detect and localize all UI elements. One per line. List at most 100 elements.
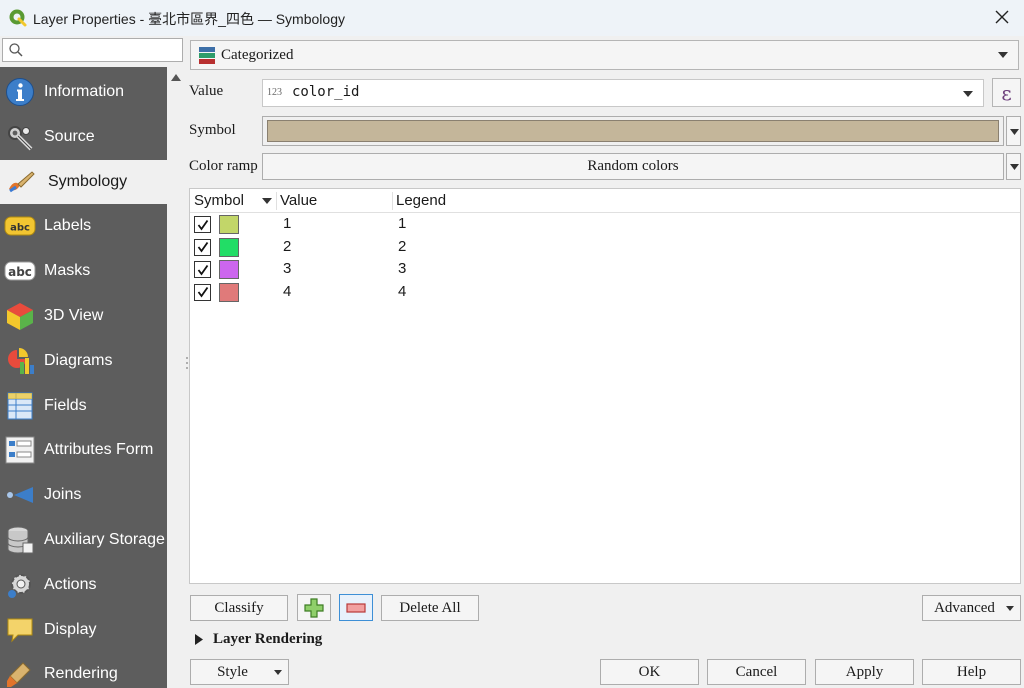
color-ramp-button[interactable]: Random colors xyxy=(262,153,1004,180)
checkmark-icon xyxy=(197,219,208,231)
layer-rendering-toggle[interactable]: Layer Rendering xyxy=(195,631,322,648)
sidebar-item-label: Information xyxy=(44,83,125,100)
3d-view-icon xyxy=(4,300,36,332)
sidebar-item-attributes-form[interactable]: Attributes Form xyxy=(0,428,167,472)
ok-button[interactable]: OK xyxy=(600,659,699,685)
sidebar-item-source[interactable]: Source xyxy=(0,115,167,159)
expression-button[interactable]: ε xyxy=(992,78,1021,107)
auxiliary-storage-icon xyxy=(4,524,36,556)
category-symbol-swatch[interactable] xyxy=(219,215,239,234)
masks-icon: abc xyxy=(4,255,36,287)
sidebar-item-fields[interactable]: Fields xyxy=(0,384,167,428)
diagrams-icon xyxy=(4,345,36,377)
style-button[interactable]: Style xyxy=(190,659,289,685)
category-symbol-swatch[interactable] xyxy=(219,237,239,257)
chevron-down-icon xyxy=(274,670,282,675)
header-separator xyxy=(392,192,393,210)
information-icon xyxy=(4,76,36,108)
sidebar-nav: Information Source Symbology abc Labels abc Ma… xyxy=(0,67,167,688)
search-input[interactable] xyxy=(2,38,183,62)
symbol-button[interactable] xyxy=(262,116,1004,146)
header-value[interactable]: Value xyxy=(280,192,317,209)
categories-table[interactable]: Symbol Value Legend 11223344 xyxy=(189,188,1021,584)
header-legend[interactable]: Legend xyxy=(396,192,446,209)
add-class-button[interactable] xyxy=(297,594,331,621)
renderer-select[interactable]: Categorized xyxy=(190,40,1019,70)
category-value: 1 xyxy=(283,215,292,232)
source-icon xyxy=(4,121,36,153)
help-button[interactable]: Help xyxy=(922,659,1021,685)
classify-button[interactable]: Classify xyxy=(190,595,288,621)
table-row[interactable]: 33 xyxy=(190,259,1020,281)
sidebar: Information Source Symbology abc Labels abc Ma… xyxy=(0,36,185,688)
checkmark-icon xyxy=(197,286,208,298)
layer-rendering-label: Layer Rendering xyxy=(213,631,323,647)
category-symbol-swatch[interactable] xyxy=(219,282,239,302)
sidebar-scrollbar[interactable] xyxy=(167,67,185,688)
row-checkbox[interactable] xyxy=(194,216,211,233)
expression-icon: ε xyxy=(1001,80,1012,105)
symbology-panel: Categorized Value 123 color_id ε Symbol … xyxy=(189,36,1024,688)
scroll-thumb[interactable] xyxy=(169,89,183,461)
rendering-icon xyxy=(4,658,36,688)
remove-class-button[interactable] xyxy=(339,594,373,621)
color-ramp-label: Color ramp xyxy=(189,158,258,174)
checkmark-icon xyxy=(197,241,208,253)
sidebar-item-symbology[interactable]: Symbology xyxy=(0,159,167,204)
sidebar-item-label: Attributes Form xyxy=(44,441,154,459)
sidebar-item-label: Source xyxy=(44,127,95,145)
sidebar-item-label: Labels xyxy=(44,217,92,235)
sidebar-item-actions[interactable]: Actions xyxy=(0,563,167,607)
labels-icon: abc xyxy=(4,210,36,242)
sidebar-item-auxiliary-storage[interactable]: Auxiliary Storage xyxy=(0,518,167,562)
category-legend: 3 xyxy=(398,260,407,277)
qgis-logo-icon xyxy=(9,9,27,27)
actions-icon xyxy=(4,569,36,601)
sidebar-item-diagrams[interactable]: Diagrams xyxy=(0,339,167,383)
symbol-menu-button[interactable] xyxy=(1006,116,1021,146)
delete-all-button[interactable]: Delete All xyxy=(381,595,479,621)
table-row[interactable]: 44 xyxy=(190,282,1020,304)
row-checkbox[interactable] xyxy=(194,238,211,256)
sidebar-item-labels[interactable]: abc Labels xyxy=(0,204,167,248)
apply-label: Apply xyxy=(845,663,884,680)
sidebar-item-display[interactable]: Display xyxy=(0,608,167,652)
scroll-up-icon[interactable] xyxy=(171,73,181,81)
display-icon xyxy=(4,614,36,646)
close-icon xyxy=(995,10,1009,24)
sidebar-item-information[interactable]: Information xyxy=(0,70,167,114)
sidebar-item-rendering[interactable]: Rendering xyxy=(0,652,167,688)
table-row[interactable]: 22 xyxy=(190,237,1020,259)
color-ramp-menu-button[interactable] xyxy=(1006,153,1021,180)
sidebar-item-3d-view[interactable]: 3D View xyxy=(0,294,167,338)
value-label: Value xyxy=(189,83,224,99)
row-checkbox[interactable] xyxy=(194,261,211,278)
window-title: Layer Properties - 臺北市區界_四色 — Symbology xyxy=(33,11,345,27)
plus-icon xyxy=(304,597,324,618)
value-field-select[interactable]: 123 color_id xyxy=(262,79,984,107)
categorized-icon xyxy=(199,47,215,64)
header-separator xyxy=(276,192,277,210)
row-checkbox[interactable] xyxy=(194,283,211,301)
advanced-button[interactable]: Advanced xyxy=(922,595,1021,621)
sidebar-item-label: Rendering xyxy=(44,665,118,683)
category-symbol-swatch[interactable] xyxy=(219,260,239,279)
color-ramp-value: Random colors xyxy=(587,158,679,174)
close-button[interactable] xyxy=(988,4,1016,30)
title-bar: Layer Properties - 臺北市區界_四色 — Symbology xyxy=(0,0,1024,36)
sidebar-item-label: 3D View xyxy=(44,307,104,324)
chevron-down-icon xyxy=(998,52,1008,58)
header-symbol[interactable]: Symbol xyxy=(194,192,244,209)
sidebar-item-label: Auxiliary Storage xyxy=(44,531,165,548)
chevron-down-icon xyxy=(1010,129,1019,135)
apply-button[interactable]: Apply xyxy=(815,659,914,685)
attributes-form-icon xyxy=(4,434,36,466)
checkmark-icon xyxy=(197,264,208,276)
sidebar-item-joins[interactable]: Joins xyxy=(0,473,167,517)
sidebar-item-masks[interactable]: abc Masks xyxy=(0,249,167,293)
cancel-button[interactable]: Cancel xyxy=(707,659,806,685)
joins-icon xyxy=(4,479,36,511)
style-label: Style xyxy=(217,663,248,680)
table-row[interactable]: 11 xyxy=(190,214,1020,236)
sidebar-item-label: Joins xyxy=(44,486,82,504)
